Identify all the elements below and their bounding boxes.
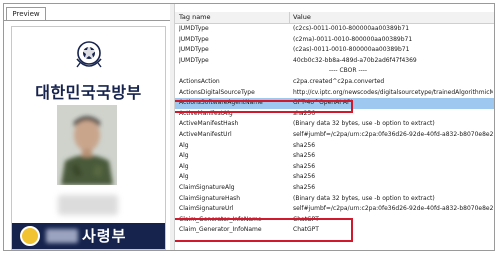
tag-name-cell: JUMDType — [179, 56, 209, 64]
value-cell: c2pa.created^c2pa.converted — [293, 77, 385, 85]
tag-name-cell: Alg — [179, 152, 189, 160]
table-header: Tag name Value — [175, 12, 494, 24]
table-row[interactable]: JUMDType (c2ma)-0011-0010-800000aa00389b7… — [175, 35, 494, 46]
tag-name-cell: Alg — [179, 141, 189, 149]
portrait-photo — [57, 105, 117, 185]
table-row[interactable]: ActionsAction c2pa.created^c2pa.converted — [175, 77, 494, 88]
value-cell: http://cv.iptc.org/newscodes/digitalsour… — [293, 88, 493, 96]
table-row[interactable]: Alg sha256 — [175, 141, 494, 152]
unit-emblem-icon — [20, 226, 40, 246]
tag-name-cell: ActionsDigitalSourceType — [179, 88, 255, 96]
command-name: 사령부 — [82, 227, 127, 245]
blurred-portrait-graphic — [57, 105, 117, 185]
value-cell: (c2ma)-0011-0010-800000aa00389b71 — [293, 35, 413, 43]
tag-name-cell: ActionsAction — [179, 77, 220, 85]
value-cell: sha256 — [293, 141, 316, 149]
preview-pane: Preview 대한민국국방부 사령부 — [4, 4, 171, 250]
table-row[interactable]: Alg sha256 — [175, 172, 494, 183]
tag-name-cell: ClaimSignatureAlg — [179, 183, 235, 191]
tag-name-cell: Alg — [179, 162, 189, 170]
value-cell: sha256 — [293, 152, 316, 160]
table-row[interactable]: ClaimSignatureAlg sha256 — [175, 183, 494, 194]
table-row[interactable]: JUMDType (c2as)-0011-0010-800000aa00389b7… — [175, 45, 494, 56]
tag-name-cell: JUMDType — [179, 35, 209, 43]
tag-name-cell: JUMDType — [179, 25, 209, 32]
blurred-name-text — [58, 195, 118, 215]
table-body: JUMDType (c2cs)-0011-0010-800000aa00389b7… — [175, 24, 494, 236]
highlight-box-claim-generator — [175, 218, 353, 242]
table-row[interactable]: ActiveManifestUrl self#jumbf=/c2pa/urn:c2… — [175, 130, 494, 141]
table-row-section-separator[interactable]: ---- CBOR ---- — [175, 66, 494, 77]
table-row[interactable]: JUMDType (c2cs)-0011-0010-800000aa00389b7… — [175, 24, 494, 35]
table-row[interactable]: Alg sha256 — [175, 151, 494, 162]
value-cell: sha256 — [293, 173, 316, 181]
ministry-emblem-icon — [76, 41, 102, 68]
tag-name-cell: ActiveManifestUrl — [179, 130, 232, 138]
tag-name-cell: ClaimSignatureHash — [179, 194, 241, 202]
value-cell: sha256 — [293, 183, 316, 191]
highlight-box-software-agent — [175, 100, 353, 113]
table-row[interactable]: ClaimSignatureUrl self#jumbf=/c2pa/urn:c2… — [175, 204, 494, 215]
table-row[interactable]: ActionsDigitalSourceType http://cv.iptc.o… — [175, 88, 494, 99]
tab-divider — [4, 20, 170, 21]
tag-name-cell: Alg — [179, 173, 189, 181]
tag-name-cell: ClaimSignatureUrl — [179, 205, 234, 213]
tag-name-cell: ActiveManifestHash — [179, 120, 239, 128]
value-cell: (Binary data 32 bytes, use -b option to … — [293, 194, 435, 202]
table-row[interactable]: ActiveManifestHash (Binary data 32 bytes,… — [175, 119, 494, 130]
tab-preview[interactable]: Preview — [6, 7, 46, 21]
section-separator-label: ---- CBOR ---- — [328, 67, 368, 75]
column-header-tag-name[interactable]: Tag name — [179, 12, 211, 23]
value-cell: self#jumbf=/c2pa/urn:c2pa:0fe36d26-92de-… — [293, 205, 493, 213]
value-cell: self#jumbf=/c2pa/urn:c2pa:0fe36d26-92de-… — [293, 130, 493, 138]
value-cell: (c2as)-0011-0010-800000aa00389b71 — [293, 46, 410, 54]
table-row[interactable]: Alg sha256 — [175, 162, 494, 173]
column-divider[interactable] — [289, 12, 290, 23]
value-cell: sha256 — [293, 162, 316, 170]
tag-name-cell: JUMDType — [179, 46, 209, 54]
value-cell: 40cb0c32-bb8a-489d-a70b2ad6f47f4369 — [293, 56, 417, 64]
metadata-viewer-window: Preview 대한민국국방부 사령부 Tag name Value JUMDT… — [3, 3, 495, 251]
metadata-table: Tag name Value JUMDType (c2cs)-0011-0010-… — [175, 4, 494, 250]
value-cell: (c2cs)-0011-0010-800000aa00389b71 — [293, 25, 410, 32]
value-cell: (Binary data 32 bytes, use -b option to … — [293, 120, 435, 128]
column-header-value[interactable]: Value — [293, 12, 311, 23]
blurred-unit-name — [46, 229, 78, 243]
table-row[interactable]: ClaimSignatureHash (Binary data 32 bytes,… — [175, 194, 494, 205]
id-card-image: 대한민국국방부 사령부 — [11, 26, 166, 250]
table-row[interactable]: JUMDType 40cb0c32-bb8a-489d-a70b2ad6f47f4… — [175, 56, 494, 67]
card-footer-band: 사령부 — [12, 223, 165, 249]
ministry-name: 대한민국국방부 — [35, 83, 142, 102]
